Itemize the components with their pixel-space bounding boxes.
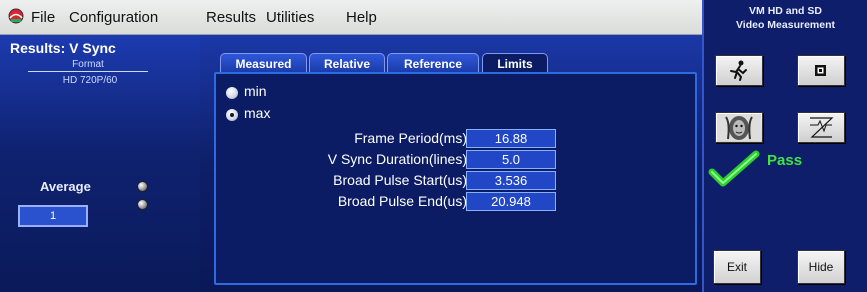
stop-button[interactable] <box>797 55 845 86</box>
max-radio[interactable] <box>226 109 238 121</box>
broad-pulse-start-label: Broad Pulse Start(us) <box>333 172 467 188</box>
control-panel <box>702 0 867 292</box>
vsync-duration-label: V Sync Duration(lines) <box>327 151 467 167</box>
average-radio-2[interactable] <box>137 199 148 210</box>
format-value: HD 720P/60 <box>62 75 118 86</box>
tab-relative[interactable]: Relative <box>309 53 385 73</box>
waveform-button[interactable] <box>797 112 845 143</box>
menu-utilities[interactable]: Utilities <box>266 9 314 26</box>
app-title-line2: Video Measurement <box>735 19 835 31</box>
picture-icon <box>717 114 761 141</box>
max-label: max <box>244 105 271 121</box>
vsync-duration-value[interactable]: 5.0 <box>466 150 556 169</box>
broad-pulse-start-value[interactable]: 3.536 <box>466 171 556 190</box>
format-label: Format <box>28 59 148 72</box>
tab-reference[interactable]: Reference <box>387 53 479 73</box>
menu-bar: File Configuration Results Utilities Hel… <box>0 0 702 35</box>
results-panel <box>0 35 200 292</box>
hide-button[interactable]: Hide <box>797 250 845 284</box>
run-icon <box>730 60 747 81</box>
menu-file[interactable]: File <box>31 9 55 26</box>
broad-pulse-end-value[interactable]: 20.948 <box>466 192 556 211</box>
average-radio-1[interactable] <box>137 181 148 192</box>
status-text: Pass <box>767 152 803 169</box>
app-title: VM HD and SD Video Measurement <box>704 4 867 32</box>
average-label: Average <box>40 179 91 194</box>
exit-button[interactable]: Exit <box>713 250 761 284</box>
app-title-line1: VM HD and SD <box>749 5 822 17</box>
menu-help[interactable]: Help <box>346 9 377 26</box>
stop-icon <box>815 65 826 76</box>
waveform-icon <box>810 117 834 138</box>
min-label: min <box>244 83 267 99</box>
frame-period-value[interactable]: 16.88 <box>466 129 556 148</box>
broad-pulse-end-label: Broad Pulse End(us) <box>337 193 467 209</box>
picture-button[interactable] <box>715 112 763 143</box>
menu-results[interactable]: Results <box>206 9 256 26</box>
results-title: Results: V Sync <box>10 40 116 56</box>
menu-configuration[interactable]: Configuration <box>69 9 158 26</box>
min-radio[interactable] <box>226 87 238 99</box>
checkmark-icon <box>708 150 760 187</box>
frame-period-label: Frame Period(ms) <box>354 130 467 146</box>
tab-measured[interactable]: Measured <box>220 53 307 73</box>
run-button[interactable] <box>715 55 763 86</box>
app-logo-icon <box>8 8 24 24</box>
tab-limits[interactable]: Limits <box>482 53 548 73</box>
average-input[interactable]: 1 <box>18 205 88 227</box>
